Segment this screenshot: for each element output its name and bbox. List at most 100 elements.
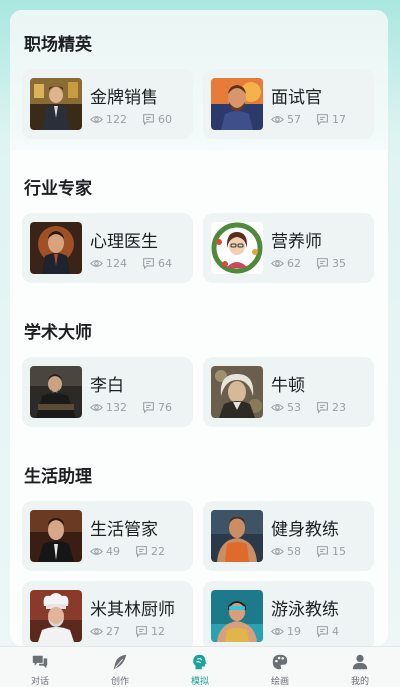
role-stats: 19 4 [271, 625, 339, 638]
view-count: 49 [106, 545, 120, 558]
role-card-michelin-chef[interactable]: 米其林厨师 27 12 [22, 581, 193, 646]
eye-icon [271, 260, 284, 267]
butler-portrait-icon [30, 510, 82, 562]
role-stats: 132 76 [90, 401, 172, 414]
tab-label: 绘画 [270, 677, 289, 687]
comment-count: 4 [332, 625, 339, 638]
li-bai-portrait-icon [30, 366, 82, 418]
section-title: 学术大师 [24, 323, 92, 343]
view-count: 57 [287, 113, 301, 126]
eye-icon [90, 628, 103, 635]
comment-icon [317, 546, 328, 558]
view-count: 62 [287, 257, 301, 270]
eye-icon [90, 116, 103, 123]
tab-label: 创作 [110, 677, 129, 687]
comment-icon [136, 546, 147, 558]
head-profile-icon [193, 654, 207, 670]
section-title: 职场精英 [24, 35, 92, 55]
newton-portrait-icon [211, 366, 263, 418]
user-icon [352, 654, 368, 670]
psychologist-portrait-icon [30, 222, 82, 274]
comment-count: 64 [158, 257, 172, 270]
role-name: 营养师 [271, 232, 322, 252]
comment-icon [143, 402, 154, 414]
role-stats: 27 12 [90, 625, 165, 638]
role-stats: 124 64 [90, 257, 172, 270]
comment-count: 60 [158, 113, 172, 126]
section-title: 生活助理 [24, 467, 92, 487]
view-count: 53 [287, 401, 301, 414]
role-card-li-bai[interactable]: 李白 132 76 [22, 357, 193, 427]
view-count: 122 [106, 113, 127, 126]
comment-count: 76 [158, 401, 172, 414]
role-name: 牛顿 [271, 376, 305, 396]
role-card-psychologist[interactable]: 心理医生 124 64 [22, 213, 193, 283]
nutritionist-portrait-icon [211, 222, 263, 274]
role-name: 金牌销售 [90, 88, 158, 108]
role-stats: 122 60 [90, 113, 172, 126]
comment-icon [143, 258, 154, 270]
tab-chat[interactable]: 对话 [0, 647, 80, 687]
comment-count: 15 [332, 545, 346, 558]
comment-count: 22 [151, 545, 165, 558]
role-card-fitness-coach[interactable]: 健身教练 58 15 [203, 501, 374, 571]
comment-icon [317, 114, 328, 126]
comment-count: 23 [332, 401, 346, 414]
role-stats: 53 23 [271, 401, 346, 414]
palette-icon [272, 654, 288, 670]
comment-count: 12 [151, 625, 165, 638]
bottom-tab-bar: 对话 创作 模拟 绘画 我的 [0, 646, 400, 687]
feather-icon [113, 654, 127, 670]
role-name: 米其林厨师 [90, 600, 175, 620]
swim-coach-portrait-icon [211, 590, 263, 642]
role-card-newton[interactable]: 牛顿 53 23 [203, 357, 374, 427]
comment-icon [136, 626, 147, 638]
role-list-panel: 职场精英 金牌销售 122 60 面试官 57 17 行业专家 心理医生 124… [10, 10, 388, 646]
chef-portrait-icon [30, 590, 82, 642]
view-count: 124 [106, 257, 127, 270]
eye-icon [90, 260, 103, 267]
comment-icon [317, 402, 328, 414]
tab-simulate[interactable]: 模拟 [160, 647, 240, 687]
interviewer-portrait-icon [211, 78, 263, 130]
eye-icon [271, 628, 284, 635]
role-name: 游泳教练 [271, 600, 339, 620]
tab-mine[interactable]: 我的 [320, 647, 400, 687]
eye-icon [271, 404, 284, 411]
view-count: 27 [106, 625, 120, 638]
comment-icon [143, 114, 154, 126]
role-card-interviewer[interactable]: 面试官 57 17 [203, 69, 374, 139]
role-card-gold-sales[interactable]: 金牌销售 122 60 [22, 69, 193, 139]
section-title: 行业专家 [24, 179, 92, 199]
role-name: 生活管家 [90, 520, 158, 540]
role-card-butler[interactable]: 生活管家 49 22 [22, 501, 193, 571]
chat-icon [32, 655, 48, 669]
role-name: 健身教练 [271, 520, 339, 540]
eye-icon [271, 116, 284, 123]
comment-count: 17 [332, 113, 346, 126]
fitness-coach-portrait-icon [211, 510, 263, 562]
tab-label: 模拟 [190, 677, 209, 687]
role-card-nutritionist[interactable]: 营养师 62 35 [203, 213, 374, 283]
role-card-swim-coach[interactable]: 游泳教练 19 4 [203, 581, 374, 646]
view-count: 19 [287, 625, 301, 638]
role-name: 面试官 [271, 88, 322, 108]
comment-icon [317, 258, 328, 270]
tab-label: 对话 [30, 677, 49, 687]
role-stats: 58 15 [271, 545, 346, 558]
salesman-portrait-icon [30, 78, 82, 130]
tab-create[interactable]: 创作 [80, 647, 160, 687]
eye-icon [90, 548, 103, 555]
view-count: 58 [287, 545, 301, 558]
eye-icon [271, 548, 284, 555]
view-count: 132 [106, 401, 127, 414]
comment-count: 35 [332, 257, 346, 270]
eye-icon [90, 404, 103, 411]
role-stats: 49 22 [90, 545, 165, 558]
tab-draw[interactable]: 绘画 [240, 647, 320, 687]
role-stats: 57 17 [271, 113, 346, 126]
role-name: 李白 [90, 376, 124, 396]
role-stats: 62 35 [271, 257, 346, 270]
tab-label: 我的 [350, 677, 369, 687]
role-name: 心理医生 [90, 232, 158, 252]
